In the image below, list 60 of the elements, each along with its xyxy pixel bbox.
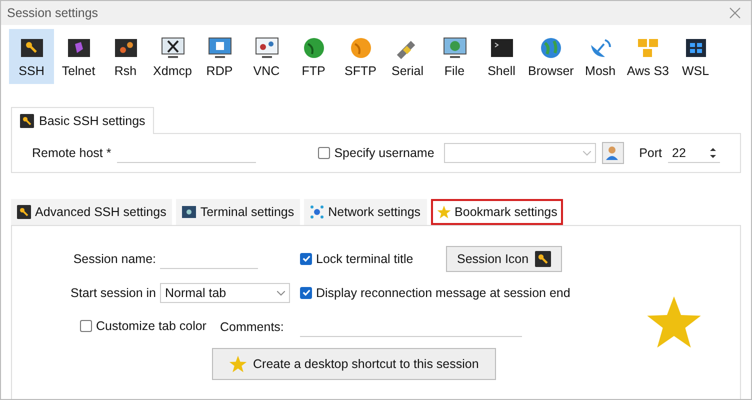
session-type-button[interactable]: Aws S3	[624, 29, 671, 84]
session-type-button[interactable]: Telnet	[56, 29, 101, 84]
key-icon	[17, 205, 31, 219]
start-session-dropdown[interactable]: Normal tab	[160, 283, 290, 303]
checkbox[interactable]	[300, 286, 312, 299]
tab-label: Basic SSH settings	[39, 114, 146, 128]
cubes-icon	[638, 39, 658, 57]
checkbox[interactable]	[318, 147, 330, 159]
field-label: Comments:	[220, 320, 284, 334]
chevron-icon	[583, 150, 592, 156]
checkbox[interactable]	[300, 252, 312, 265]
globe-icon	[350, 38, 370, 58]
session-type-button[interactable]: Browser	[526, 29, 576, 84]
session-type-button[interactable]: SSH	[9, 29, 54, 84]
windows-icon	[686, 39, 706, 57]
key-icon	[20, 39, 42, 57]
tab[interactable]: Network settings	[304, 199, 427, 225]
checkbox[interactable]	[80, 320, 92, 332]
network-icon	[310, 205, 324, 219]
window-title: Session settings	[7, 6, 98, 20]
session-type-button[interactable]: VNC	[244, 29, 289, 84]
star-drawing	[646, 294, 702, 350]
field-label: Remote host *	[32, 146, 112, 160]
session-type-button[interactable]: Shell	[479, 29, 524, 84]
monitor-icon	[208, 38, 231, 58]
field-label: Session name:	[73, 252, 156, 266]
create-shortcut-button[interactable]: Create a desktop shortcut to this session	[212, 348, 496, 380]
monitor-icon	[443, 38, 466, 58]
session-icon-button[interactable]: Session Icon	[446, 246, 562, 272]
monitor-icon	[161, 38, 184, 58]
session-type-button[interactable]: Mosh	[578, 29, 623, 84]
session-type-button[interactable]: SFTP	[338, 29, 383, 84]
star-icon	[436, 205, 451, 219]
tab[interactable]: Bookmark settings	[430, 199, 564, 225]
chevron-icon	[277, 290, 285, 296]
tab[interactable]: Terminal settings	[176, 199, 300, 225]
session-type-button[interactable]: RDP	[197, 29, 242, 84]
tab[interactable]: Basic SSH settings	[11, 107, 154, 134]
session-type-button[interactable]: WSL	[673, 29, 718, 84]
checkbox-label: Customize tab color	[96, 319, 206, 333]
session-type-button[interactable]: Rsh	[103, 29, 148, 84]
session-type-button[interactable]: File	[432, 29, 477, 84]
key-icon	[20, 114, 34, 128]
globe-icon	[540, 38, 561, 58]
globe-icon	[304, 38, 324, 58]
star-icon	[229, 355, 247, 373]
checkbox-label: Display reconnection message at session end	[316, 286, 570, 300]
key-icon	[534, 251, 551, 267]
checkbox-label: Lock terminal title	[316, 252, 414, 266]
field-label: Port	[639, 146, 662, 160]
checkbox-label: Specify username	[334, 146, 434, 160]
satellite-dish-icon	[591, 39, 612, 57]
field-label: Start session in	[70, 286, 156, 300]
session-type-button[interactable]: FTP	[291, 29, 336, 84]
tab[interactable]: Advanced SSH settings	[11, 199, 172, 225]
session-type-button[interactable]: Serial	[385, 29, 430, 84]
user-icon-button[interactable]	[602, 142, 624, 164]
session-type-button[interactable]: Xdmcp	[150, 29, 195, 84]
monitor-icon	[255, 38, 278, 58]
spinner-arrows-icon	[710, 146, 716, 158]
